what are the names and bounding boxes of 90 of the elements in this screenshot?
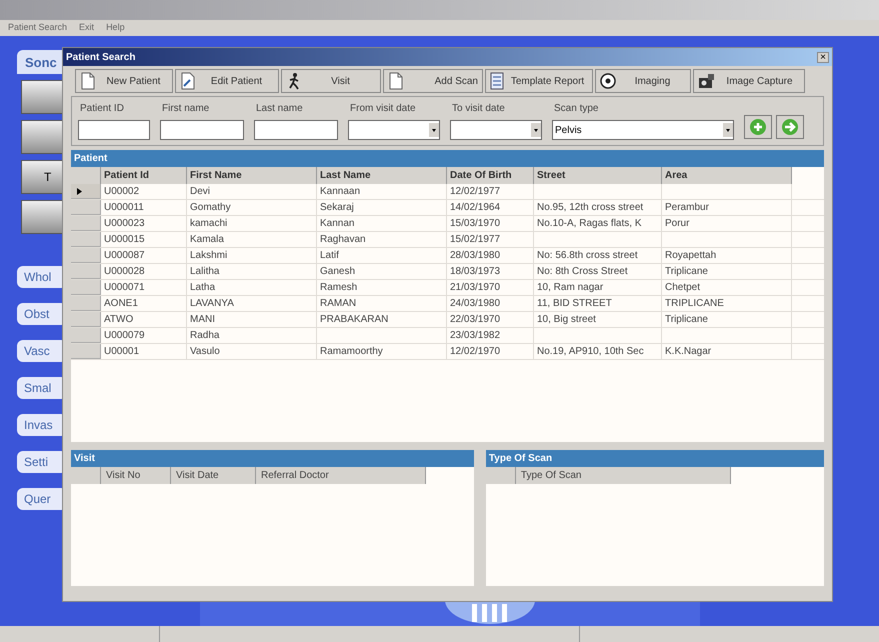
toolbar-button[interactable]: New Patient bbox=[75, 69, 173, 93]
toolbar-button[interactable]: Visit bbox=[281, 69, 381, 93]
table-cell: Triplicane bbox=[662, 264, 792, 279]
table-cell: 18/03/1973 bbox=[447, 264, 534, 279]
table-cell: 15/03/1970 bbox=[447, 216, 534, 231]
field-label: From visit date bbox=[349, 102, 417, 116]
table-cell: Radha bbox=[187, 328, 317, 343]
table-cell: U000011 bbox=[101, 200, 187, 215]
column-header[interactable]: Date Of Birth bbox=[447, 167, 534, 184]
table-cell: No.10-A, Ragas flats, K bbox=[534, 216, 662, 231]
column-header[interactable]: Patient Id bbox=[101, 167, 187, 184]
table-cell: U000079 bbox=[101, 328, 187, 343]
field-label: First name bbox=[161, 102, 210, 116]
table-cell: Gomathy bbox=[187, 200, 317, 215]
table-cell: Latha bbox=[187, 280, 317, 295]
table-cell: Lalitha bbox=[187, 264, 317, 279]
table-cell: Devi bbox=[187, 184, 317, 199]
field-label: To visit date bbox=[451, 102, 506, 116]
table-cell: 10, Big street bbox=[534, 312, 662, 327]
toolbar-button[interactable]: Imaging bbox=[595, 69, 691, 93]
table-cell: No.95, 12th cross street bbox=[534, 200, 662, 215]
table-cell: 11, BID STREET bbox=[534, 296, 662, 311]
table-cell: 10, Ram nagar bbox=[534, 280, 662, 295]
column-header[interactable]: Last Name bbox=[317, 167, 447, 184]
table-cell: K.K.Nagar bbox=[662, 344, 792, 359]
table-cell: No.19, AP910, 10th Sec bbox=[534, 344, 662, 359]
panel-header: Visit bbox=[71, 450, 474, 467]
table-cell: 14/02/1964 bbox=[447, 200, 534, 215]
field-label: Last name bbox=[255, 102, 304, 116]
table-cell: Triplicane bbox=[662, 312, 792, 327]
table-cell: Sekaraj bbox=[317, 200, 447, 215]
table-cell: Lakshmi bbox=[187, 248, 317, 263]
table-cell: Raghavan bbox=[317, 232, 447, 247]
column-header[interactable]: Type Of Scan bbox=[516, 467, 731, 484]
column-header[interactable]: Area bbox=[662, 167, 792, 184]
table-cell: Ganesh bbox=[317, 264, 447, 279]
panel-header: Patient bbox=[71, 150, 824, 167]
table-cell: 12/02/1970 bbox=[447, 344, 534, 359]
table-cell: U000071 bbox=[101, 280, 187, 295]
table-cell: 23/03/1982 bbox=[447, 328, 534, 343]
dropdown-field[interactable]: Pelvis bbox=[552, 120, 734, 140]
toolbar-button[interactable]: Template Report bbox=[485, 69, 593, 93]
table-cell: Porur bbox=[662, 216, 792, 231]
table-cell: U000028 bbox=[101, 264, 187, 279]
table-cell: U00001 bbox=[101, 344, 187, 359]
field-label: Patient ID bbox=[79, 102, 125, 116]
close-button[interactable]: × bbox=[817, 52, 829, 62]
table-cell: No: 8th Cross Street bbox=[534, 264, 662, 279]
table-cell: No: 56.8th cross street bbox=[534, 248, 662, 263]
table-cell: ATWO bbox=[101, 312, 187, 327]
menu-item[interactable]: Patient Search bbox=[8, 21, 68, 35]
table-cell: 28/03/1980 bbox=[447, 248, 534, 263]
table-cell: U000015 bbox=[101, 232, 187, 247]
column-header[interactable]: Visit Date bbox=[171, 467, 256, 484]
column-header[interactable]: First Name bbox=[187, 167, 317, 184]
table-cell: Kannaan bbox=[317, 184, 447, 199]
table-cell: AONE1 bbox=[101, 296, 187, 311]
table-cell: Ramamoorthy bbox=[317, 344, 447, 359]
column-header[interactable]: Visit No bbox=[101, 467, 171, 484]
table-cell: Royapettah bbox=[662, 248, 792, 263]
table-cell: 24/03/1980 bbox=[447, 296, 534, 311]
table-cell: LAVANYA bbox=[187, 296, 317, 311]
table-cell: 12/02/1977 bbox=[447, 184, 534, 199]
table-cell: PRABAKARAN bbox=[317, 312, 447, 327]
table-cell: 21/03/1970 bbox=[447, 280, 534, 295]
toolbar-button[interactable]: Image Capture bbox=[693, 69, 805, 93]
menu-item[interactable]: Exit bbox=[79, 21, 94, 35]
table-cell: Kamala bbox=[187, 232, 317, 247]
table-cell: U000023 bbox=[101, 216, 187, 231]
toolbar-button[interactable]: Add Scan bbox=[383, 69, 483, 93]
column-header[interactable]: Referral Doctor bbox=[256, 467, 426, 484]
column-header[interactable]: Street bbox=[534, 167, 662, 184]
table-cell: Ramesh bbox=[317, 280, 447, 295]
table-cell: Chetpet bbox=[662, 280, 792, 295]
toolbar-button[interactable]: Edit Patient bbox=[175, 69, 279, 93]
table-cell: Kannan bbox=[317, 216, 447, 231]
table-cell: U00002 bbox=[101, 184, 187, 199]
table-cell: Latif bbox=[317, 248, 447, 263]
table-cell: Vasulo bbox=[187, 344, 317, 359]
table-cell: MANI bbox=[187, 312, 317, 327]
table-cell: kamachi bbox=[187, 216, 317, 231]
menu-item[interactable]: Help bbox=[106, 21, 125, 35]
table-cell: 15/02/1977 bbox=[447, 232, 534, 247]
table-cell: U000087 bbox=[101, 248, 187, 263]
table-cell: TRIPLICANE bbox=[662, 296, 792, 311]
table-cell: 22/03/1970 bbox=[447, 312, 534, 327]
field-label: Scan type bbox=[553, 102, 600, 116]
panel-header: Type Of Scan bbox=[486, 450, 824, 467]
table-cell: RAMAN bbox=[317, 296, 447, 311]
table-cell: Perambur bbox=[662, 200, 792, 215]
